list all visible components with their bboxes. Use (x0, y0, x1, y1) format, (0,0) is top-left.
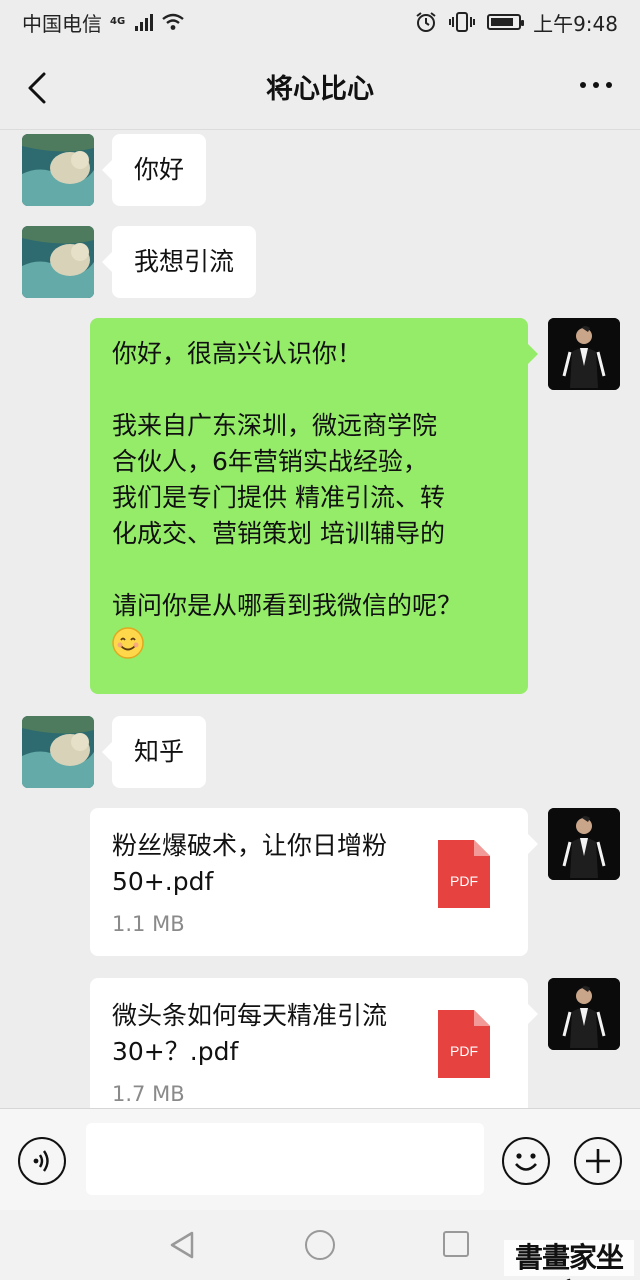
message-list[interactable]: 你好 我想引流 你好，很高兴认识你！ 我来自广东深圳，微远商学院 合伙人，6年营… (0, 130, 640, 1108)
man-in-vest-avatar[interactable] (548, 808, 620, 880)
message-line: 化成交、营销策划 培训辅导的 (112, 519, 445, 548)
message-bubble[interactable]: 知乎 (101, 716, 207, 788)
message-bubble[interactable]: 你好 (101, 134, 207, 206)
pdf-file-icon: PDF (438, 840, 490, 908)
signal-icon (135, 13, 154, 31)
polar-bear-avatar[interactable] (22, 226, 94, 298)
man-in-vest-avatar[interactable] (548, 978, 620, 1050)
status-right: 上午9:48 (415, 8, 618, 37)
file-size: 1.1 MB (112, 912, 185, 936)
vibrate-icon (449, 12, 476, 32)
plus-icon (586, 1149, 610, 1173)
file-size: 1.7 MB (112, 1082, 185, 1106)
message-line: 我们是专门提供 精准引流、转 (112, 483, 445, 512)
polar-bear-avatar[interactable] (22, 716, 94, 788)
voice-input-button[interactable] (18, 1137, 66, 1185)
emoji-button[interactable] (502, 1137, 550, 1185)
message-line: 你好，很高兴认识你！ (112, 339, 363, 368)
system-back-icon[interactable] (168, 1230, 196, 1260)
voice-icon (33, 1150, 49, 1172)
message-text: 知乎 (134, 737, 185, 766)
more-actions-button[interactable] (574, 1137, 622, 1185)
status-time: 上午9:48 (533, 11, 618, 36)
alarm-icon (416, 12, 436, 32)
chat-header: 将心比心 (0, 44, 640, 130)
message-line (112, 372, 506, 408)
input-bar (0, 1108, 640, 1210)
file-message[interactable]: 粉丝爆破术，让你日增粉 50+.pdf 1.1 MB PDF (90, 808, 538, 956)
more-options-icon[interactable] (580, 82, 612, 88)
message-line: 我来自广东深圳，微远商学院 (112, 411, 438, 440)
file-name: 微头条如何每天精准引流 30+？.pdf (112, 1001, 388, 1066)
carrier-label: 中国电信 (22, 11, 102, 36)
smile-emoji (112, 624, 506, 660)
wifi-icon (162, 13, 184, 30)
svg-text:PDF: PDF (450, 1043, 478, 1059)
back-arrow-icon[interactable] (20, 68, 56, 108)
message-text: 你好 (134, 155, 185, 184)
message-text: 我想引流 (134, 247, 235, 276)
system-home-icon[interactable] (305, 1230, 335, 1260)
message-line (112, 552, 506, 588)
smiley-icon (515, 1153, 537, 1171)
status-bar: 中国电信 4G 上午9:48 (0, 0, 640, 44)
message-bubble[interactable]: 我想引流 (101, 226, 257, 298)
polar-bear-avatar[interactable] (22, 134, 94, 206)
file-message[interactable]: 微头条如何每天精准引流 30+？.pdf 1.7 MB PDF (90, 978, 538, 1108)
message-line: 合伙人，6年营销实战经验， (112, 447, 428, 476)
status-left: 中国电信 4G (22, 8, 185, 37)
svg-text:PDF: PDF (450, 873, 478, 889)
message-bubble[interactable]: 你好，很高兴认识你！ 我来自广东深圳，微远商学院 合伙人，6年营销实战经验， 我… (90, 318, 538, 694)
watermark: 書畫家坐家 (504, 1240, 634, 1280)
pdf-file-icon: PDF (438, 1010, 490, 1078)
message-line: 请问你是从哪看到我微信的呢？ (112, 591, 463, 620)
battery-icon (487, 14, 525, 30)
file-name: 粉丝爆破术，让你日增粉 50+.pdf (112, 831, 388, 896)
network-type-label: 4G (110, 16, 126, 27)
man-in-vest-avatar[interactable] (548, 318, 620, 390)
system-recent-apps-icon[interactable] (443, 1231, 469, 1257)
chat-title: 将心比心 (266, 74, 374, 105)
message-input[interactable] (86, 1123, 484, 1195)
